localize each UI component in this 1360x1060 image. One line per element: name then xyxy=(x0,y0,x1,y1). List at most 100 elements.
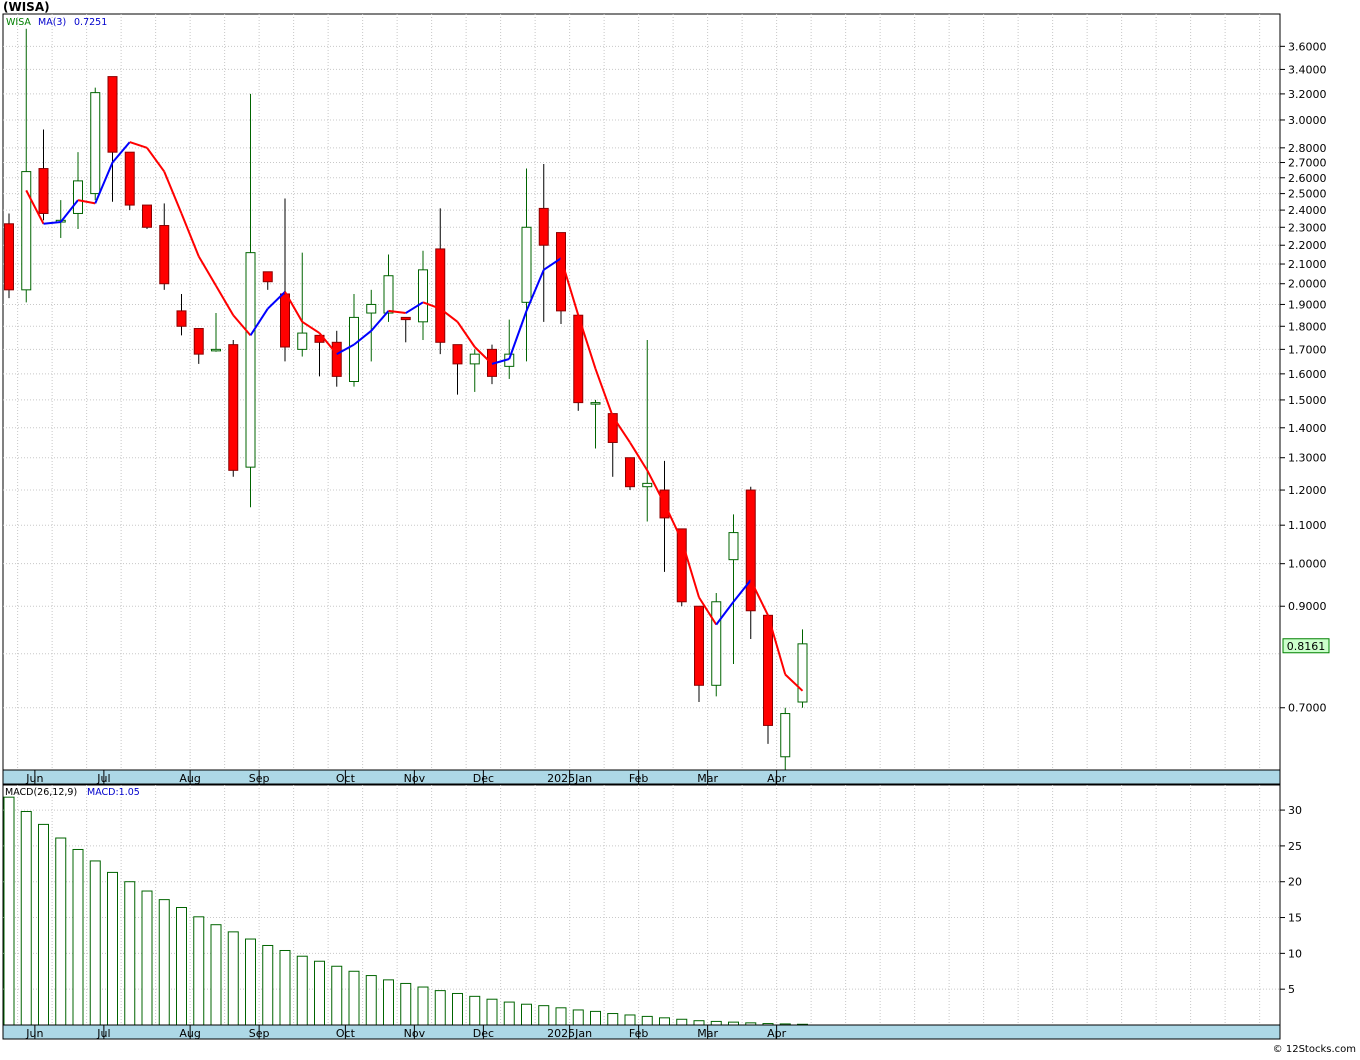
price-y-tick-label: 3.0000 xyxy=(1288,114,1327,127)
macd-bar xyxy=(452,992,463,1026)
macd-bar xyxy=(469,995,481,1026)
candle-body xyxy=(625,457,635,488)
macd-x-tick-label: Jun xyxy=(25,1027,43,1040)
candle-body xyxy=(73,180,83,214)
candle-body xyxy=(366,303,377,314)
price-panel-frame xyxy=(2,13,1281,771)
macd-bar xyxy=(641,1015,653,1026)
macd-bar xyxy=(659,1017,670,1026)
macd-bar xyxy=(676,1018,688,1026)
price-x-tick-label: Dec xyxy=(473,772,494,785)
candle-body xyxy=(38,168,49,214)
macd-bar xyxy=(331,965,343,1026)
candle-body xyxy=(745,489,756,612)
candle-body xyxy=(331,341,342,377)
price-y-tick-label: 2.7000 xyxy=(1288,157,1327,170)
price-y-tick-label: 1.8000 xyxy=(1288,320,1327,333)
candle-body xyxy=(21,171,32,291)
macd-bar xyxy=(503,1001,515,1026)
macd-bar xyxy=(124,881,136,1026)
candle-body xyxy=(297,332,308,350)
candle-body xyxy=(107,76,118,153)
candle-body xyxy=(4,223,14,291)
macd-bar xyxy=(176,907,187,1026)
macd-bar xyxy=(55,837,67,1026)
candle-body xyxy=(521,226,532,303)
price-x-tick-label: 2025Jan xyxy=(547,772,592,785)
price-x-tick-label: Feb xyxy=(629,772,648,785)
candle-body xyxy=(228,344,239,471)
price-x-tick-label: Jun xyxy=(25,772,43,785)
candle-body xyxy=(193,328,204,355)
macd-bar xyxy=(20,811,32,1026)
macd-y-tick-label: 10 xyxy=(1288,947,1302,960)
candle-body xyxy=(349,316,359,382)
macd-bar xyxy=(434,990,446,1026)
macd-bar xyxy=(693,1020,705,1026)
macd-bar xyxy=(89,860,101,1026)
macd-bar xyxy=(296,955,308,1026)
price-y-tick-label: 1.5000 xyxy=(1288,394,1327,407)
chart-canvas: (WISA) 3.6000 3.4000 3.2000 3.0000 2.8000 2.7… xyxy=(0,0,1360,1056)
price-y-tick-label: 1.0000 xyxy=(1288,558,1327,571)
candle-body xyxy=(780,713,791,758)
macd-bar xyxy=(624,1014,636,1026)
candle-body xyxy=(452,344,463,365)
macd-x-tick-label: Apr xyxy=(767,1027,787,1040)
candle-body xyxy=(573,314,584,404)
macd-bar xyxy=(365,975,377,1026)
price-y-tick-label: 2.5000 xyxy=(1288,188,1327,201)
price-y-tick-label: 3.6000 xyxy=(1288,40,1327,53)
candle-body xyxy=(245,252,256,468)
macd-bar xyxy=(107,871,118,1026)
macd-bar xyxy=(245,938,256,1026)
macd-y-tick-label: 20 xyxy=(1288,876,1302,889)
macd-bar xyxy=(227,931,239,1026)
price-y-tick-label: 1.7000 xyxy=(1288,343,1327,356)
macd-bar xyxy=(607,1013,619,1026)
macd-bar xyxy=(158,899,170,1026)
macd-x-tick-label: Feb xyxy=(629,1027,648,1040)
price-y-tick-label: 1.2000 xyxy=(1288,484,1327,497)
last-price-label: 0.8161 xyxy=(1287,640,1326,653)
candle-body xyxy=(383,275,394,314)
price-x-tick-label: Sep xyxy=(249,772,270,785)
macd-bar xyxy=(521,1003,532,1026)
macd-bar xyxy=(348,970,360,1026)
candle-body xyxy=(211,348,221,352)
price-y-tick-label: 1.3000 xyxy=(1288,452,1327,465)
macd-x-tick-label: Nov xyxy=(404,1027,426,1040)
price-x-tick-label: Mar xyxy=(697,772,718,785)
price-y-tick-label: 2.6000 xyxy=(1288,172,1327,185)
candle-body xyxy=(280,293,290,348)
candle-body xyxy=(142,204,152,228)
macd-bar xyxy=(314,960,325,1026)
macd-bar xyxy=(590,1010,601,1026)
candle-body xyxy=(711,601,722,686)
price-x-tick-label: Jul xyxy=(96,772,110,785)
chart-title: (WISA) xyxy=(3,0,50,14)
macd-bar xyxy=(486,998,498,1026)
macd-x-tick-label: Sep xyxy=(249,1027,270,1040)
price-y-tick-label: 2.4000 xyxy=(1288,204,1327,217)
macd-bar xyxy=(193,916,205,1026)
price-y-tick-label: 2.2000 xyxy=(1288,239,1327,252)
candle-body xyxy=(418,269,428,323)
macd-x-tick-label: 2025Jan xyxy=(547,1027,592,1040)
price-y-tick-label: 0.9000 xyxy=(1288,600,1327,613)
candle-body xyxy=(728,532,739,561)
macd-bar xyxy=(3,796,15,1026)
price-y-tick-label: 3.2000 xyxy=(1288,88,1327,101)
macd-y-tick-label: 30 xyxy=(1288,804,1302,817)
macd-bar xyxy=(210,924,222,1026)
macd-bar xyxy=(572,1009,584,1026)
candle-body xyxy=(159,225,170,285)
candle-body xyxy=(590,402,601,405)
macd-y-tick-label: 15 xyxy=(1288,912,1302,925)
price-y-tick-label: 1.9000 xyxy=(1288,298,1327,311)
price-x-tick-label: Apr xyxy=(767,772,787,785)
macd-bar xyxy=(141,890,153,1026)
macd-bar xyxy=(262,944,274,1026)
price-y-tick-label: 2.3000 xyxy=(1288,221,1327,234)
candle-body xyxy=(763,614,773,726)
